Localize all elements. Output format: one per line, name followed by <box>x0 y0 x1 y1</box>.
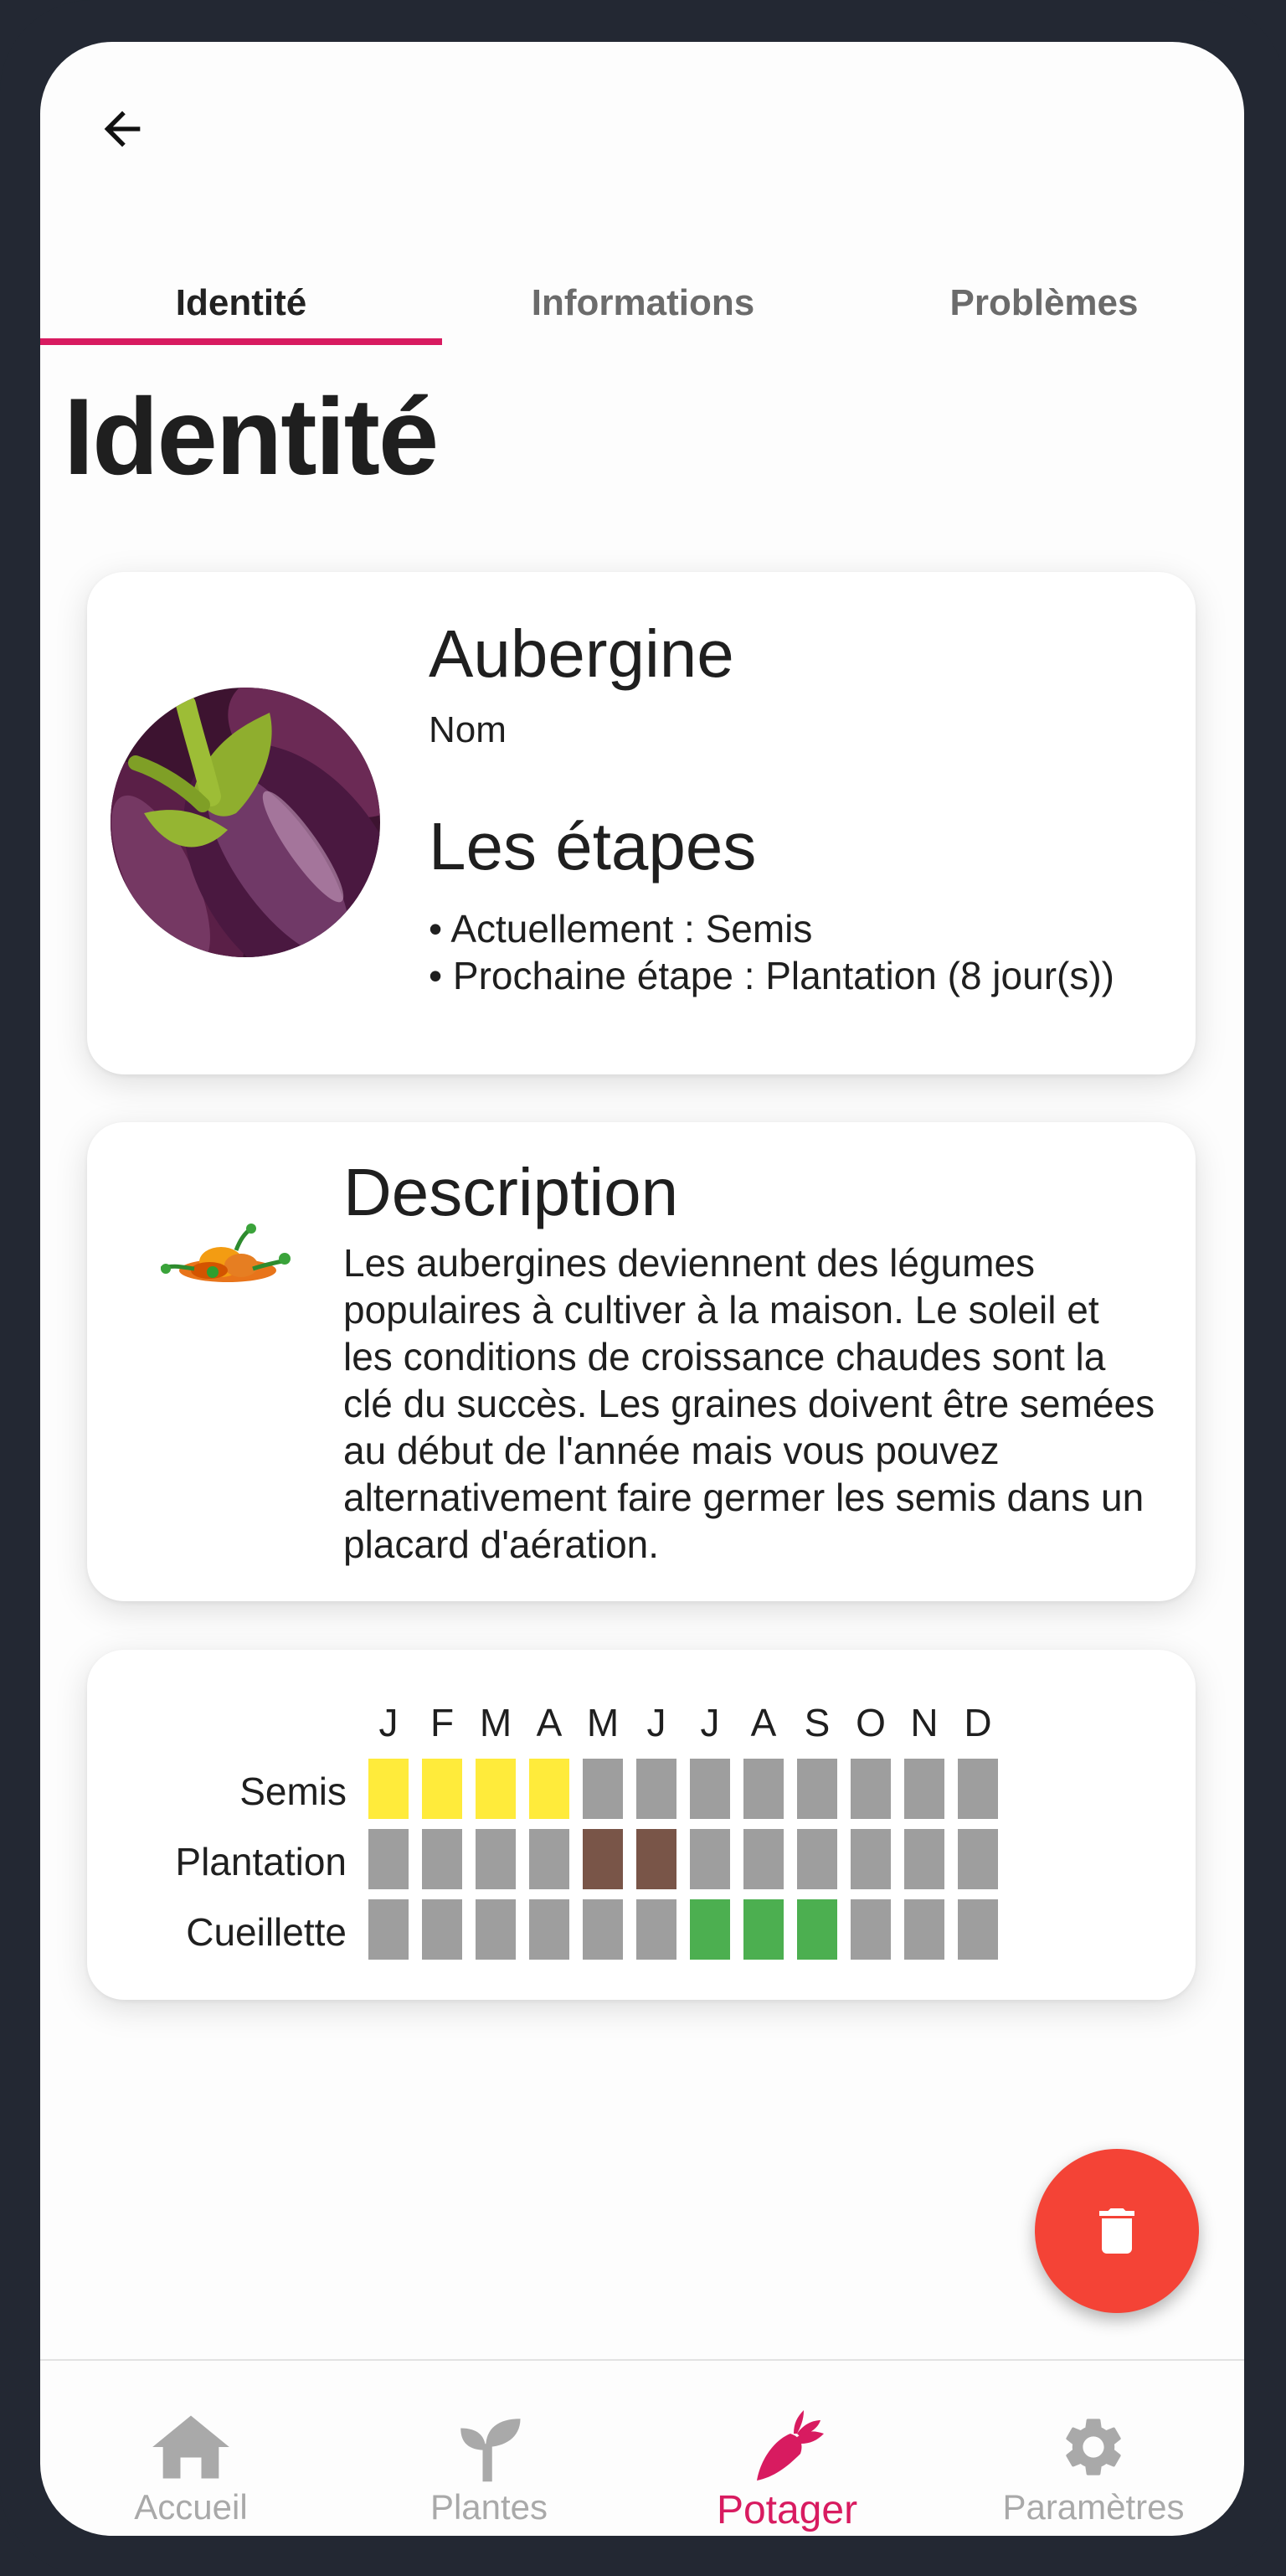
calendar-cell <box>690 1759 730 1819</box>
nav-label: Plantes <box>430 2487 548 2527</box>
month-label: M <box>479 1701 512 1744</box>
nav-label: Paramètres <box>1002 2487 1185 2527</box>
carrot-icon <box>757 2410 824 2481</box>
calendar-cell <box>476 1899 516 1960</box>
trash-icon <box>1099 2208 1134 2254</box>
calendar-cell <box>583 1899 623 1960</box>
nav-plantes[interactable]: Plantes <box>363 2407 615 2532</box>
calendar-cell <box>958 1829 998 1889</box>
month-label: S <box>804 1701 831 1744</box>
eggplant-photo <box>111 688 380 957</box>
calendar-row-label: Semis <box>239 1770 347 1813</box>
identity-card: Aubergine Nom Les étapes • Actuellement … <box>87 572 1196 1074</box>
delete-button[interactable] <box>1035 2149 1199 2313</box>
nav-label: Accueil <box>134 2487 248 2527</box>
calendar-cell <box>422 1759 462 1819</box>
calendar-cell <box>368 1829 409 1889</box>
plant-name-label: Nom <box>429 709 507 750</box>
arrow-left-icon <box>104 111 141 147</box>
calendar-cell <box>904 1829 944 1889</box>
tab-label: Informations <box>531 282 755 323</box>
description-card: Description Les aubergines deviennent de… <box>87 1122 1196 1601</box>
calendar-cell <box>636 1829 676 1889</box>
sprout-icon <box>460 2419 521 2482</box>
calendar-cell <box>368 1759 409 1819</box>
month-label: A <box>536 1701 563 1744</box>
calendar-cell <box>690 1829 730 1889</box>
back-button[interactable] <box>82 89 162 169</box>
calendar-cell <box>743 1899 784 1960</box>
calendar-row-label: Cueillette <box>186 1910 347 1954</box>
calendar-cell <box>690 1899 730 1960</box>
month-label: D <box>964 1701 992 1744</box>
calendar-card: J F M A M J J A S O N D Semis Plantation Cueillette <box>87 1650 1196 2000</box>
app-screen: Identité Informations Problèmes Identité <box>40 42 1244 2536</box>
calendar-row-label: Plantation <box>175 1840 347 1883</box>
home-icon <box>152 2415 229 2479</box>
month-label: M <box>586 1701 620 1744</box>
steps-list: • Actuellement : Semis • Prochaine étape… <box>429 905 1132 999</box>
bottom-nav-divider <box>40 2359 1244 2361</box>
description-title: Description <box>343 1155 679 1229</box>
calendar-cell <box>904 1899 944 1960</box>
month-label: N <box>910 1701 939 1744</box>
eggplant-photo-image <box>111 688 380 957</box>
calendar-cell <box>368 1899 409 1960</box>
tab-label: Problèmes <box>949 282 1139 323</box>
calendar-cell <box>797 1829 837 1889</box>
steps-title: Les étapes <box>429 809 757 884</box>
active-tab-indicator <box>40 338 442 345</box>
month-label: F <box>430 1701 455 1744</box>
month-label: O <box>856 1701 886 1744</box>
calendar-cell <box>958 1899 998 1960</box>
calendar-cell <box>636 1899 676 1960</box>
vegetables-icon <box>161 1224 291 1282</box>
nav-potager[interactable]: Potager <box>661 2407 913 2532</box>
calendar-cell <box>476 1759 516 1819</box>
calendar-cell <box>851 1899 891 1960</box>
calendar-cell <box>797 1899 837 1960</box>
calendar-cell <box>636 1759 676 1819</box>
nav-label: Potager <box>716 2488 858 2532</box>
step-current: • Actuellement : Semis <box>429 907 813 951</box>
step-next: • Prochaine étape : Plantation (8 jour(s… <box>429 954 1114 997</box>
calendar-cell <box>958 1759 998 1819</box>
calendar-cell <box>904 1759 944 1819</box>
calendar-cell <box>529 1759 569 1819</box>
gear-icon <box>1066 2419 1121 2476</box>
month-label: J <box>378 1701 399 1744</box>
tab-informations[interactable]: Informations <box>442 251 844 355</box>
tab-problemes[interactable]: Problèmes <box>844 251 1244 355</box>
calendar-cell <box>583 1829 623 1889</box>
calendar-cell <box>743 1759 784 1819</box>
month-label: J <box>646 1701 666 1744</box>
calendar-cell <box>583 1759 623 1819</box>
calendar-cell <box>743 1829 784 1889</box>
calendar-cell <box>797 1759 837 1819</box>
calendar-cell <box>529 1899 569 1960</box>
device-frame: Identité Informations Problèmes Identité <box>0 0 1286 2576</box>
tab-label: Identité <box>175 282 307 323</box>
month-label: A <box>750 1701 777 1744</box>
calendar-cell <box>851 1829 891 1889</box>
page-title: Identité <box>64 375 439 497</box>
nav-parametres[interactable]: Paramètres <box>968 2407 1219 2532</box>
calendar-cell <box>529 1829 569 1889</box>
calendar-cell <box>422 1899 462 1960</box>
description-text: Les aubergines deviennent des légumes po… <box>343 1241 1155 1566</box>
calendar-cell <box>851 1759 891 1819</box>
calendar-cell <box>422 1829 462 1889</box>
plant-name: Aubergine <box>429 616 734 691</box>
calendar-cell <box>476 1829 516 1889</box>
month-label: J <box>700 1701 720 1744</box>
nav-accueil[interactable]: Accueil <box>65 2407 316 2532</box>
